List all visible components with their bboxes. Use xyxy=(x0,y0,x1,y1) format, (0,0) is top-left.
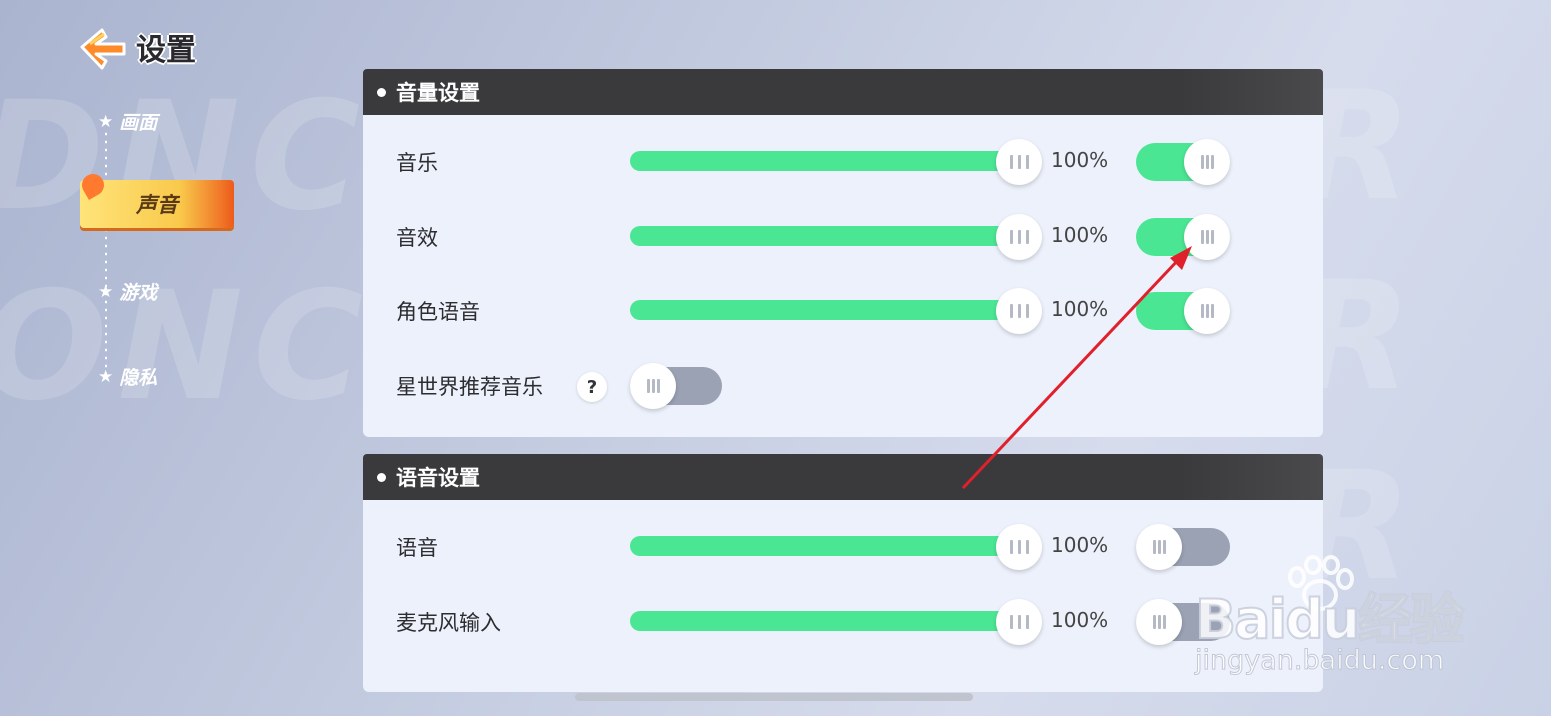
nav-item-label: 游戏 xyxy=(119,282,158,304)
toggle-knob xyxy=(1136,599,1182,645)
slider-handle[interactable] xyxy=(996,214,1042,260)
page-title: 设置 xyxy=(136,33,196,68)
panel-body: 语音 100% 麦克风输入 100% xyxy=(363,500,1323,692)
star-icon: ★ xyxy=(98,281,114,302)
panel-body: 音乐 100% 音效 100% 角色语音 100% 星世界推荐音乐 ? xyxy=(363,115,1323,437)
music-toggle[interactable] xyxy=(1136,139,1230,185)
flame-icon xyxy=(77,169,109,201)
slider-handle[interactable] xyxy=(996,139,1042,185)
volume-value: 100% xyxy=(1051,608,1109,632)
sfx-toggle[interactable] xyxy=(1136,214,1230,260)
nav-item-game[interactable]: ★ 游戏 xyxy=(98,278,157,305)
nav-item-picture[interactable]: ★ 画面 xyxy=(98,108,157,135)
star-icon: ★ xyxy=(98,111,114,132)
nav-item-sound[interactable]: 声音 xyxy=(77,169,234,228)
setting-label: 音效 xyxy=(396,226,438,250)
panel-header: 语音设置 xyxy=(363,454,1323,500)
voice-settings-panel: 语音设置 语音 100% 麦克风输入 100% xyxy=(363,454,1323,692)
page-header: 设置 xyxy=(76,22,196,72)
panel-header: 音量设置 xyxy=(363,69,1323,115)
setting-row-character-voice: 角色语音 100% xyxy=(363,284,1323,334)
watermark-logo: Baidu经验 xyxy=(1194,587,1465,652)
side-nav: ★ 画面 声音 ★ 游戏 ★ 隐私 xyxy=(77,100,240,400)
volume-value: 100% xyxy=(1051,148,1109,172)
back-arrow-icon[interactable] xyxy=(76,22,132,72)
nav-item-privacy[interactable]: ★ 隐私 xyxy=(98,363,157,390)
panel-title: 语音设置 xyxy=(396,466,480,490)
volume-slider[interactable] xyxy=(630,226,1020,246)
volume-slider[interactable] xyxy=(630,611,1020,631)
nav-item-label: 画面 xyxy=(119,112,158,134)
watermark: Baidu经验 jingyan.baidu.com xyxy=(1185,555,1475,685)
volume-slider[interactable] xyxy=(630,536,1020,556)
setting-label: 星世界推荐音乐 xyxy=(396,375,543,399)
recommend-music-toggle[interactable] xyxy=(630,363,722,409)
bullet-dot xyxy=(377,472,386,482)
volume-value: 100% xyxy=(1051,297,1109,321)
setting-row-voice: 语音 100% xyxy=(363,520,1323,570)
setting-label: 角色语音 xyxy=(396,300,480,324)
setting-row-recommend-music: 星世界推荐音乐 ? xyxy=(363,359,1323,409)
setting-row-sfx: 音效 100% xyxy=(363,210,1323,260)
volume-slider[interactable] xyxy=(630,300,1020,320)
volume-value: 100% xyxy=(1051,223,1109,247)
slider-handle[interactable] xyxy=(996,288,1042,334)
setting-row-music: 音乐 100% xyxy=(363,135,1323,185)
panel-title: 音量设置 xyxy=(396,81,480,105)
setting-label: 音乐 xyxy=(396,151,438,175)
toggle-knob xyxy=(1184,288,1230,334)
nav-dotted-line xyxy=(105,130,107,380)
star-icon: ★ xyxy=(98,366,114,387)
setting-label: 麦克风输入 xyxy=(396,611,501,635)
slider-handle[interactable] xyxy=(996,599,1042,645)
character-voice-toggle[interactable] xyxy=(1136,288,1230,334)
toggle-knob xyxy=(1184,139,1230,185)
slider-handle[interactable] xyxy=(996,524,1042,570)
nav-item-label: 声音 xyxy=(136,193,178,217)
volume-value: 100% xyxy=(1051,533,1109,557)
bullet-dot xyxy=(377,87,386,97)
help-icon[interactable]: ? xyxy=(577,372,607,402)
toggle-knob xyxy=(1184,214,1230,260)
toggle-knob xyxy=(630,363,676,409)
watermark-url: jingyan.baidu.com xyxy=(1194,645,1445,677)
volume-settings-panel: 音量设置 音乐 100% 音效 100% 角色语音 100% 星世界推荐音乐 ? xyxy=(363,69,1323,437)
volume-slider[interactable] xyxy=(630,151,1020,171)
home-indicator-bar[interactable] xyxy=(575,693,973,701)
setting-label: 语音 xyxy=(396,536,438,560)
nav-item-label: 隐私 xyxy=(119,367,158,389)
toggle-knob xyxy=(1136,524,1182,570)
setting-row-microphone: 麦克风输入 100% xyxy=(363,595,1323,645)
